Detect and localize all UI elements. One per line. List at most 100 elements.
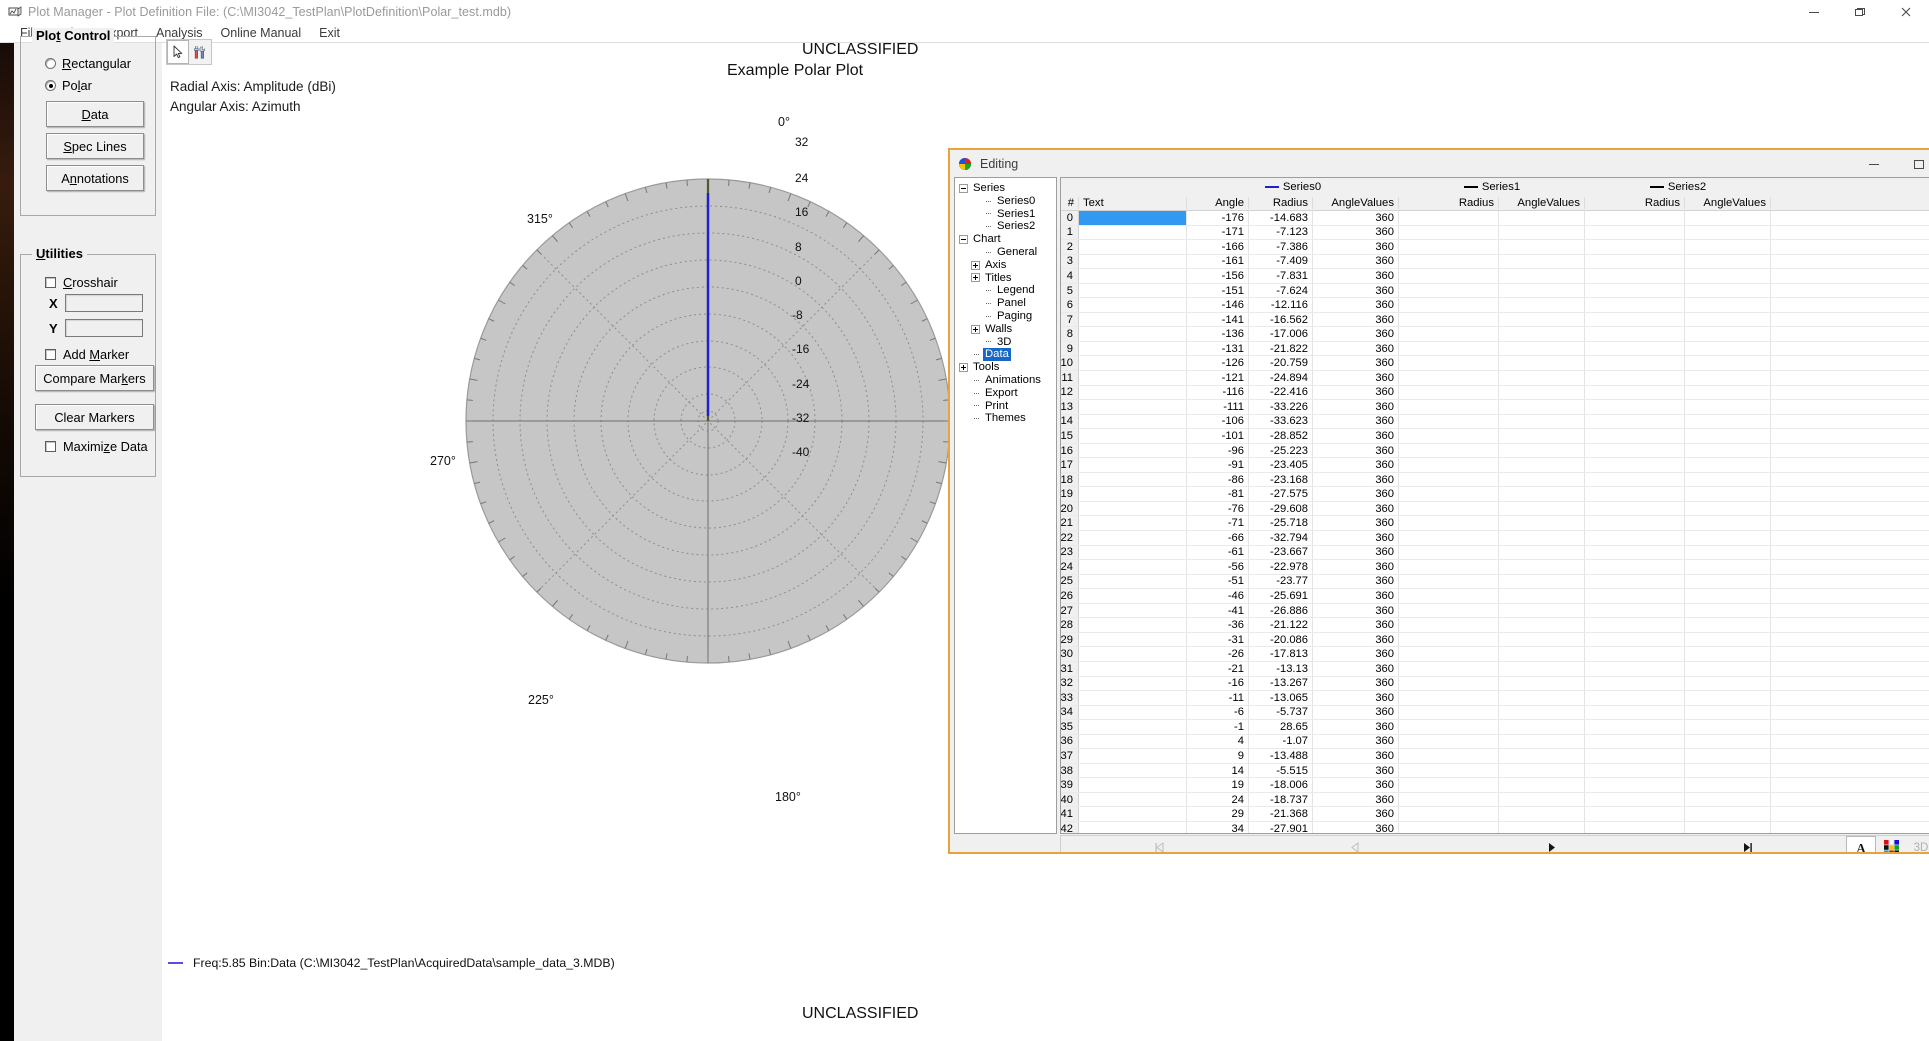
cell-radius-series2[interactable]	[1585, 676, 1685, 691]
cell-anglevalues-series0[interactable]: 360	[1313, 254, 1399, 269]
cell-radius-series1[interactable]	[1399, 632, 1499, 647]
cell-anglevalues-series2[interactable]	[1685, 574, 1771, 589]
cell-text[interactable]	[1079, 632, 1187, 647]
cell-text[interactable]	[1079, 821, 1187, 833]
table-row[interactable]: 26 -46 -25.691 360	[1061, 589, 1929, 604]
threed-label[interactable]: 3D	[1906, 836, 1929, 853]
cell-angle[interactable]: -61	[1187, 545, 1249, 560]
cell-anglevalues-series1[interactable]	[1499, 792, 1585, 807]
cell-radius-series1[interactable]	[1399, 720, 1499, 734]
cell-radius-series2[interactable]	[1585, 327, 1685, 341]
cell-anglevalues-series1[interactable]	[1499, 269, 1585, 283]
cell-angle[interactable]: -171	[1187, 225, 1249, 240]
tree-node-tools[interactable]: Tools	[957, 361, 1056, 374]
cell-anglevalues-series0[interactable]: 360	[1313, 545, 1399, 560]
cell-text[interactable]	[1079, 341, 1187, 356]
data-grid[interactable]: Series0 Series1 Series2 # Text Angle Rad…	[1060, 177, 1929, 834]
cell-anglevalues-series2[interactable]	[1685, 749, 1771, 763]
cell-radius-series0[interactable]: -18.737	[1249, 792, 1313, 807]
x-input[interactable]	[65, 294, 143, 312]
cell-anglevalues-series2[interactable]	[1685, 269, 1771, 283]
cell-radius-series0[interactable]: -7.386	[1249, 240, 1313, 254]
column-header-radius-2[interactable]: Radius	[1585, 196, 1685, 209]
polar-chart[interactable]	[462, 91, 954, 781]
series-header-series1[interactable]: Series1	[1399, 181, 1585, 193]
cell-angle[interactable]: 29	[1187, 807, 1249, 821]
radio-rectangular[interactable]: Rectangular	[45, 56, 131, 71]
cell-radius-series1[interactable]	[1399, 429, 1499, 443]
cell-anglevalues-series2[interactable]	[1685, 560, 1771, 574]
cell-text[interactable]	[1079, 545, 1187, 560]
cell-anglevalues-series0[interactable]: 360	[1313, 283, 1399, 298]
cell-text[interactable]	[1079, 603, 1187, 618]
cell-radius-series2[interactable]	[1585, 560, 1685, 574]
cell-radius-series0[interactable]: -13.13	[1249, 661, 1313, 676]
cell-anglevalues-series2[interactable]	[1685, 589, 1771, 603]
cell-text[interactable]	[1079, 211, 1187, 225]
cell-radius-series2[interactable]	[1585, 341, 1685, 356]
add-marker-checkbox[interactable]: Add Marker	[45, 347, 129, 362]
cell-angle[interactable]: -126	[1187, 356, 1249, 371]
cell-text[interactable]	[1079, 283, 1187, 298]
tree-node-walls[interactable]: Walls	[957, 323, 1056, 336]
cell-radius-series0[interactable]: -1.07	[1249, 734, 1313, 749]
cell-anglevalues-series1[interactable]	[1499, 429, 1585, 443]
cell-radius-series2[interactable]	[1585, 312, 1685, 327]
cell-angle[interactable]: -6	[1187, 705, 1249, 720]
cell-angle[interactable]: -161	[1187, 254, 1249, 269]
cell-anglevalues-series0[interactable]: 360	[1313, 211, 1399, 225]
cell-radius-series2[interactable]	[1585, 589, 1685, 603]
cell-anglevalues-series1[interactable]	[1499, 720, 1585, 734]
cell-text[interactable]	[1079, 225, 1187, 240]
cell-angle[interactable]: -131	[1187, 341, 1249, 356]
cell-text[interactable]	[1079, 269, 1187, 283]
cell-anglevalues-series0[interactable]: 360	[1313, 371, 1399, 385]
cell-anglevalues-series0[interactable]: 360	[1313, 516, 1399, 531]
menu-item-exit[interactable]: Exit	[310, 24, 349, 42]
cell-anglevalues-series0[interactable]: 360	[1313, 501, 1399, 516]
cell-anglevalues-series2[interactable]	[1685, 371, 1771, 385]
editing-restore-button[interactable]	[1896, 151, 1929, 177]
cell-anglevalues-series2[interactable]	[1685, 385, 1771, 400]
cell-anglevalues-series2[interactable]	[1685, 603, 1771, 618]
cell-radius-series1[interactable]	[1399, 443, 1499, 458]
cell-anglevalues-series2[interactable]	[1685, 283, 1771, 298]
cell-radius-series2[interactable]	[1585, 807, 1685, 821]
cell-anglevalues-series0[interactable]: 360	[1313, 720, 1399, 734]
cell-radius-series2[interactable]	[1585, 705, 1685, 720]
cell-radius-series0[interactable]: -33.623	[1249, 414, 1313, 429]
table-row[interactable]: 30 -26 -17.813 360	[1061, 647, 1929, 662]
cell-angle[interactable]: 19	[1187, 778, 1249, 792]
tree-node-titles[interactable]: Titles	[957, 272, 1056, 285]
cell-anglevalues-series2[interactable]	[1685, 414, 1771, 429]
close-button[interactable]	[1883, 0, 1929, 23]
cell-radius-series1[interactable]	[1399, 574, 1499, 589]
cell-anglevalues-series1[interactable]	[1499, 647, 1585, 661]
cell-radius-series1[interactable]	[1399, 211, 1499, 225]
cell-radius-series2[interactable]	[1585, 371, 1685, 385]
cell-anglevalues-series2[interactable]	[1685, 705, 1771, 720]
tree-node-3d[interactable]: 3D	[957, 336, 1056, 349]
cell-anglevalues-series0[interactable]: 360	[1313, 705, 1399, 720]
cell-radius-series1[interactable]	[1399, 647, 1499, 661]
cell-anglevalues-series1[interactable]	[1499, 545, 1585, 560]
cell-radius-series1[interactable]	[1399, 472, 1499, 487]
cell-angle[interactable]: -41	[1187, 603, 1249, 618]
cell-anglevalues-series1[interactable]	[1499, 298, 1585, 312]
font-button[interactable]: A	[1846, 836, 1876, 852]
cell-anglevalues-series1[interactable]	[1499, 414, 1585, 429]
cell-text[interactable]	[1079, 458, 1187, 472]
cell-anglevalues-series1[interactable]	[1499, 618, 1585, 632]
cell-text[interactable]	[1079, 531, 1187, 545]
cell-angle[interactable]: -86	[1187, 472, 1249, 487]
cell-anglevalues-series0[interactable]: 360	[1313, 414, 1399, 429]
cell-radius-series2[interactable]	[1585, 501, 1685, 516]
cell-anglevalues-series0[interactable]: 360	[1313, 778, 1399, 792]
tree-node-series1[interactable]: Series1	[957, 208, 1056, 221]
cell-text[interactable]	[1079, 400, 1187, 414]
cell-anglevalues-series1[interactable]	[1499, 225, 1585, 240]
cell-angle[interactable]: -81	[1187, 487, 1249, 501]
cell-anglevalues-series0[interactable]: 360	[1313, 560, 1399, 574]
tree-node-series2[interactable]: Series2	[957, 220, 1056, 233]
cell-angle[interactable]: -1	[1187, 720, 1249, 734]
